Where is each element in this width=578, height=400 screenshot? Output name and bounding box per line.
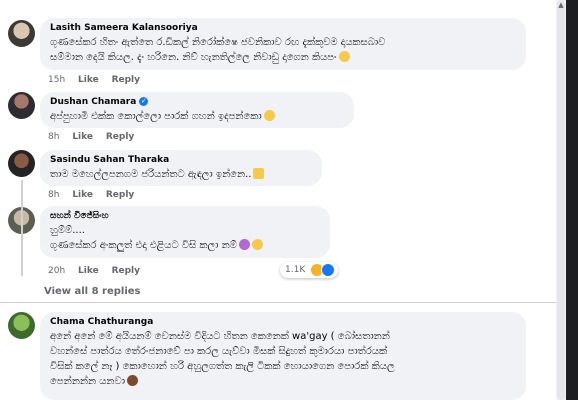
comment-text-line: අප්පුහාමි එක්ක කොල්ලො පාරක් ගහන් ඉදපන්කො — [50, 109, 344, 124]
comment-meta: 20h Like Reply — [48, 266, 150, 276]
comment-text-line: පෙන්නන්න යනවා — [50, 374, 516, 389]
avatar[interactable] — [8, 20, 35, 47]
comment-text-line: ගුණසේකර හිතං ඇත්තෙ ර.ඩිකල් නිරෝක්ෂෙ ජවනි… — [50, 37, 386, 48]
comment-text-line: හුම්ම්.... — [50, 225, 85, 236]
comment-author[interactable]: සහන් විජේසිංහ — [50, 210, 320, 223]
scrollbar-thumb[interactable] — [557, 0, 565, 400]
comment-time[interactable]: 20h — [48, 266, 65, 276]
emoji-icon — [338, 51, 350, 62]
background-panel — [566, 0, 578, 400]
avatar[interactable] — [8, 312, 35, 339]
avatar[interactable] — [8, 92, 35, 119]
comment-bubble: Sasindu Sahan Tharaka තාම මහෙල්ලපනගම ජරි… — [40, 150, 322, 186]
like-reaction-icon — [321, 263, 336, 277]
comment-meta: 15h Like Reply — [48, 75, 150, 85]
comment-meta: 8h Like Reply — [48, 132, 144, 142]
thread-line — [21, 180, 23, 276]
comment-bubble: Dushan Chamara ✓ අප්පුහාමි එක්ක කොල්ලො පා… — [40, 92, 354, 128]
comment-text-line: තාම මහෙල්ලපනගම ජරියන්තට ඇඳලා ඉන්නෙ.. — [50, 167, 312, 182]
comment-meta: 8h Like Reply — [48, 190, 144, 200]
avatar[interactable] — [8, 150, 35, 177]
reaction-summary[interactable]: 1.1K — [280, 262, 339, 278]
reply-button[interactable]: Reply — [112, 266, 140, 276]
emoji-icon — [127, 375, 139, 386]
comment-text-line: ගුණසේකර අංකලුත් එදා එළියට විසි කලා නම් — [50, 238, 320, 253]
divider — [0, 302, 556, 303]
emoji-icon — [253, 168, 265, 179]
comment-author[interactable]: Sasindu Sahan Tharaka — [50, 154, 312, 167]
view-all-replies-link[interactable]: View all 8 replies — [44, 286, 140, 297]
like-button[interactable]: Like — [78, 75, 99, 85]
comment-author[interactable]: Dushan Chamara ✓ — [50, 96, 344, 109]
reply-button[interactable]: Reply — [106, 132, 134, 142]
comment-author[interactable]: Chama Chathuranga — [50, 316, 516, 329]
comment-text-line: විසික් කලේ නෑ ) කොහොන් හරි අහුලගත්ත කැලි… — [50, 361, 395, 372]
comment-bubble: Chama Chathuranga අනේ අනේ මේ අයියනම් වෙන… — [40, 312, 526, 400]
comment-time[interactable]: 8h — [48, 190, 59, 200]
emoji-icon — [251, 239, 263, 250]
like-button[interactable]: Like — [78, 266, 99, 276]
reply-button[interactable]: Reply — [112, 75, 140, 85]
reaction-count: 1.1K — [285, 265, 306, 275]
emoji-icon — [238, 239, 250, 250]
emoji-icon — [263, 110, 275, 121]
comment-text-line: සම්මාන දෙයි කියල. දැං හරිනෙ. නිව් හැනතිල… — [50, 50, 516, 65]
reply-button[interactable]: Reply — [106, 190, 134, 200]
comment-bubble: Lasith Sameera Kalansooriya ගුණසේකර හිතං… — [40, 18, 526, 70]
top-edge — [0, 0, 578, 8]
scroll-up-icon[interactable]: ▲ — [556, 0, 566, 10]
comment-text-line: වහන්සේ පාත්රය තේරංජනාවේ පා කරල යැව්වා මි… — [50, 346, 388, 357]
verified-badge-icon: ✓ — [139, 97, 149, 106]
like-button[interactable]: Like — [72, 132, 93, 142]
comment-author[interactable]: Lasith Sameera Kalansooriya — [50, 22, 516, 35]
comment-time[interactable]: 8h — [48, 132, 59, 142]
comment-time[interactable]: 15h — [48, 75, 65, 85]
comment-bubble: සහන් විජේසිංහ හුම්ම්.... ගුණසේකර අංකලුත්… — [40, 206, 330, 258]
like-button[interactable]: Like — [72, 190, 93, 200]
comment-text-line: අනේ අනේ මේ අයියනම් වෙනස්ම විදියට හිතන කෙ… — [50, 331, 390, 342]
